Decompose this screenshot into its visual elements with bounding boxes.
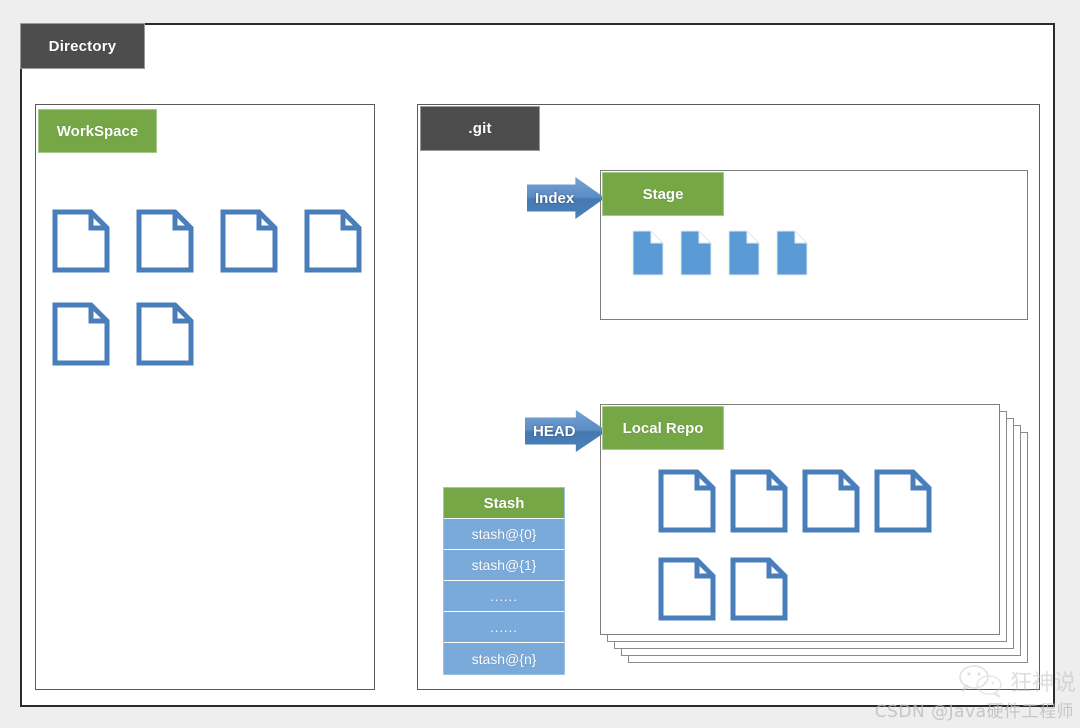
- index-arrow-text: Index: [535, 189, 575, 207]
- local-repo-label: Local Repo: [602, 406, 724, 450]
- stage-label-text: Stage: [642, 185, 684, 203]
- diagram-canvas: Index HEAD Directory .git WorkSpace Stag…: [0, 0, 1080, 728]
- workspace-label: WorkSpace: [38, 109, 157, 153]
- stash-entry-label: stash@{0}: [471, 526, 537, 542]
- stash-entry-label: stash@{1}: [471, 557, 537, 573]
- stash-table: Stash stash@{0} stash@{1} ...... ...... …: [443, 487, 565, 675]
- stash-table-header: Stash: [444, 488, 564, 519]
- stash-row: ......: [444, 612, 564, 643]
- stash-entry-label: ......: [490, 588, 518, 604]
- stash-row: ......: [444, 581, 564, 612]
- head-arrow-text: HEAD: [533, 422, 576, 440]
- git-tab-text: .git: [468, 120, 492, 137]
- stash-row: stash@{1}: [444, 550, 564, 581]
- workspace-panel: [35, 104, 375, 690]
- stash-row: stash@{0}: [444, 519, 564, 550]
- git-tab: .git: [420, 106, 540, 151]
- stash-entry-label: ......: [490, 619, 518, 635]
- stage-label: Stage: [602, 172, 724, 216]
- workspace-documents: [52, 209, 362, 366]
- stash-header-text: Stash: [483, 494, 525, 512]
- local-repo-label-text: Local Repo: [622, 419, 704, 437]
- stash-entry-label: stash@{n}: [471, 650, 537, 667]
- directory-tab-text: Directory: [48, 37, 117, 55]
- stash-row: stash@{n}: [444, 643, 564, 674]
- workspace-label-text: WorkSpace: [56, 122, 139, 140]
- directory-tab: Directory: [20, 23, 145, 69]
